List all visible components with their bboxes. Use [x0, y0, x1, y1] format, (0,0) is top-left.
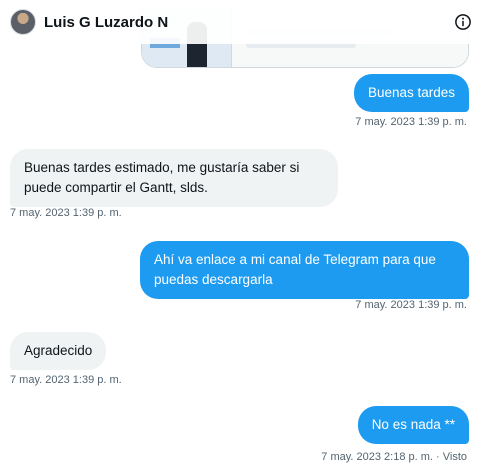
message-bubble-outgoing[interactable]: Buenas tardes [353, 74, 469, 112]
message-timestamp: 7 may. 2023 1:39 p. m. [10, 207, 122, 219]
message-bubble-outgoing[interactable]: Ahí va enlace a mi canal de Telegram par… [140, 241, 469, 299]
message-bubble-outgoing[interactable]: No es nada ** [357, 406, 469, 444]
message-timestamp: 7 may. 2023 2:18 p. m. · Visto [321, 451, 467, 463]
message-bubble-incoming[interactable]: Agradecido [10, 332, 107, 370]
message-timestamp: 7 may. 2023 1:39 p. m. [10, 374, 122, 386]
conversation-header: Luis G Luzardo N [0, 0, 483, 44]
contact-avatar[interactable] [10, 9, 36, 35]
contact-name[interactable]: Luis G Luzardo N [44, 14, 168, 31]
message-bubble-incoming[interactable]: Buenas tardes estimado, me gustaría sabe… [10, 149, 338, 207]
info-icon[interactable] [453, 12, 473, 32]
message-timestamp: 7 may. 2023 1:39 p. m. [355, 116, 467, 128]
message-timestamp: 7 may. 2023 1:39 p. m. [355, 299, 467, 311]
